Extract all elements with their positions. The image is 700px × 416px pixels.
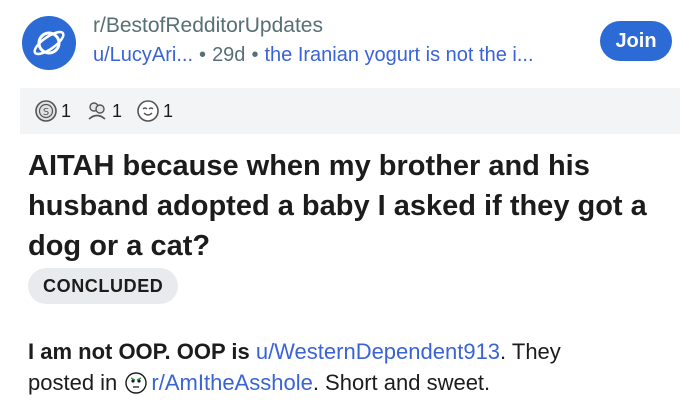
post-header: r/BestofRedditorUpdates u/LucyAri... • 29d… <box>0 0 700 86</box>
awards-bar[interactable]: S 1 1 1 <box>20 88 680 134</box>
body-text-segment: . Short and sweet. <box>312 370 491 395</box>
author-link[interactable]: u/LucyAri... <box>93 44 193 66</box>
separator-dot: • <box>251 44 259 66</box>
award-silver[interactable]: S 1 <box>34 99 71 123</box>
subreddit-icon <box>125 372 148 394</box>
oop-user-link[interactable]: u/WesternDependent913 <box>256 339 500 364</box>
subreddit-link[interactable]: r/AmItheAsshole <box>151 370 312 395</box>
award-helpful[interactable]: 1 <box>85 99 122 123</box>
join-button[interactable]: Join <box>600 21 672 61</box>
subreddit-name[interactable]: r/BestofRedditorUpdates <box>93 14 323 38</box>
body-text-segment: posted in <box>28 370 118 395</box>
post-flair[interactable]: CONCLUDED <box>28 268 179 304</box>
subreddit-avatar[interactable] <box>22 16 76 70</box>
award-count: 1 <box>112 100 123 121</box>
post-meta: u/LucyAri... • 29d • the Iranian yogurt is n… <box>93 44 534 67</box>
helpful-award-icon <box>88 102 106 120</box>
silver-award-icon: S <box>35 100 57 122</box>
post-age: 29d <box>212 44 246 66</box>
award-count: 1 <box>163 100 174 121</box>
body-text-segment: . They <box>500 339 561 364</box>
separator-dot: • <box>199 44 207 66</box>
post-body: I am not OOP. OOP is u/WesternDependent9… <box>28 336 678 398</box>
planet-icon <box>33 30 65 56</box>
body-intro: I am not OOP. OOP is <box>28 339 250 364</box>
award-wholesome[interactable]: 1 <box>136 99 173 123</box>
user-flair[interactable]: the Iranian yogurt is not the i... <box>264 44 533 66</box>
post-title[interactable]: AITAH because when my brother and his hu… <box>28 146 678 266</box>
award-count: 1 <box>61 100 72 121</box>
svg-text:S: S <box>43 107 49 118</box>
wholesome-award-icon <box>137 100 159 122</box>
